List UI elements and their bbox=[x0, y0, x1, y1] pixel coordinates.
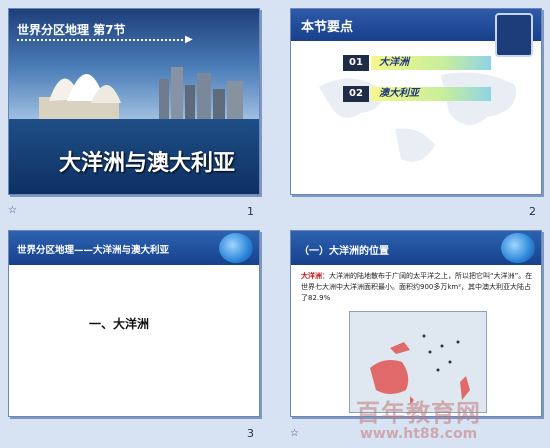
slide-number: 2 bbox=[529, 205, 536, 218]
slide-title: 大洋洲与澳大利亚 bbox=[59, 151, 236, 176]
slide-thumbnail-4[interactable]: （一）大洋洲的位置 大洋洲：大洋洲的陆地散布于广阔的太平洋之上，所以把它叫“大洋… bbox=[290, 230, 542, 417]
arrow-right-icon: ▶ bbox=[185, 34, 193, 45]
slide-thumbnail-1[interactable]: 世界分区地理 第7节 ▶ 大洋洲与澳大利亚 bbox=[8, 8, 260, 195]
paragraph-keyword: 大洋洲 bbox=[301, 272, 322, 280]
globe-icon bbox=[219, 233, 253, 263]
watermark-text: 百年教育网 bbox=[356, 399, 481, 427]
transition-star-icon[interactable]: ☆ bbox=[290, 428, 299, 439]
item-label: 大洋洲 bbox=[371, 56, 491, 70]
watermark-url: www.ht88.com bbox=[360, 426, 478, 442]
slide-paragraph: 大洋洲：大洋洲的陆地散布于广阔的太平洋之上，所以把它叫“大洋洲”。在世界七大洲中… bbox=[301, 271, 533, 304]
paragraph-text: ：大洋洲的陆地散布于广阔的太平洋之上，所以把它叫“大洋洲”。在世界七大洲中大洋洲… bbox=[301, 272, 533, 302]
globe-icon bbox=[501, 233, 535, 263]
item-number: 01 bbox=[343, 55, 369, 71]
slide-number: 1 bbox=[247, 205, 254, 218]
slide-body-text: 一、大洋洲 bbox=[89, 317, 150, 331]
transition-star-icon[interactable]: ☆ bbox=[8, 205, 17, 216]
slide-thumbnail-2[interactable]: 本节要点 01 大洋洲 02 澳大利亚 bbox=[290, 8, 542, 195]
slide-number: 3 bbox=[247, 427, 254, 440]
slide-title: （一）大洋洲的位置 bbox=[299, 246, 389, 257]
slide-title: 世界分区地理——大洋洲与澳大利亚 bbox=[17, 245, 170, 256]
item-number: 02 bbox=[343, 86, 369, 102]
slide-subtitle: 世界分区地理 第7节 bbox=[17, 23, 126, 37]
world-map-watermark bbox=[319, 72, 516, 162]
slide-thumbnail-3[interactable]: 世界分区地理——大洋洲与澳大利亚 一、大洋洲 bbox=[8, 230, 260, 417]
item-label: 澳大利亚 bbox=[371, 87, 491, 101]
dotted-rule bbox=[17, 39, 187, 41]
